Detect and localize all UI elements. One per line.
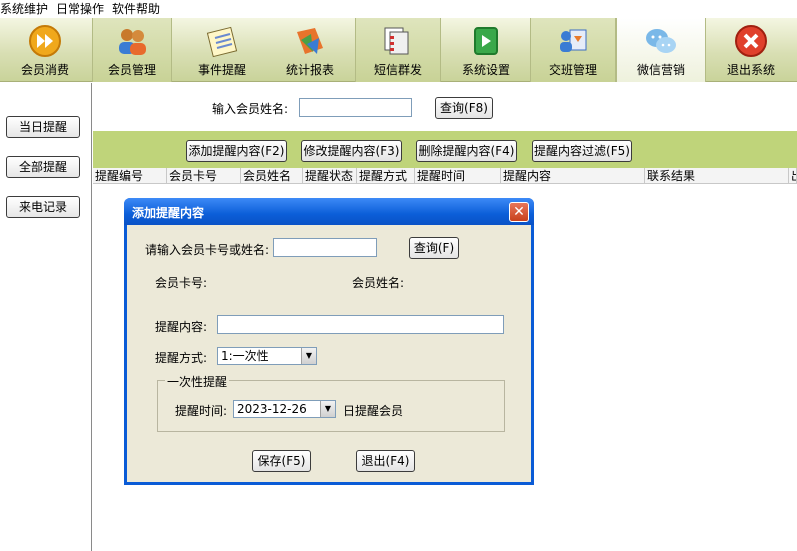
card-or-name-input[interactable] bbox=[273, 238, 377, 257]
toolbar-member-consume-button[interactable]: 会员消费 bbox=[5, 18, 85, 82]
toolbar-label: 系统设置 bbox=[461, 63, 510, 77]
handover-icon bbox=[560, 29, 587, 52]
chart-icon bbox=[297, 28, 323, 54]
toolbar-wechat-marketing-button[interactable]: 微信营销 bbox=[616, 18, 706, 82]
reminder-date-picker[interactable]: 2023-12-26 ▼ bbox=[233, 400, 336, 418]
close-icon[interactable]: ✕ bbox=[509, 202, 529, 222]
card-number-label: 会员卡号: bbox=[155, 276, 208, 290]
settings-icon bbox=[474, 27, 498, 55]
reminder-content-input[interactable] bbox=[217, 315, 504, 334]
dialog-title-bar[interactable]: 添加提醒内容 ✕ bbox=[124, 198, 534, 225]
toolbar-exit-system-button[interactable]: 退出系统 bbox=[710, 18, 792, 82]
toolbar-label: 事件提醒 bbox=[197, 63, 246, 77]
edit-reminder-button[interactable]: 修改提醒内容(F3) bbox=[301, 140, 402, 162]
sidebar-today-reminders-button[interactable]: 当日提醒 bbox=[6, 116, 80, 138]
column-header[interactable]: 提醒状态 bbox=[303, 168, 357, 184]
wechat-icon bbox=[646, 29, 676, 53]
toolbar-label: 短信群发 bbox=[373, 63, 422, 77]
menu-system-maintenance[interactable]: 系统维护 bbox=[0, 1, 48, 17]
add-reminder-dialog: 添加提醒内容 ✕ 请输入会员卡号或姓名: 查询(F) 会员卡号: 会员姓名: 提… bbox=[124, 198, 534, 485]
content-label: 提醒内容: bbox=[155, 320, 208, 334]
search-query-button[interactable]: 查询(F8) bbox=[435, 97, 493, 119]
toolbar-label: 微信营销 bbox=[636, 63, 685, 77]
sidebar-call-records-button[interactable]: 来电记录 bbox=[6, 196, 80, 218]
toolbar-sms-broadcast-button[interactable]: 短信群发 bbox=[355, 18, 441, 82]
sidebar-all-reminders-button[interactable]: 全部提醒 bbox=[6, 156, 80, 178]
column-header[interactable]: 提醒时间 bbox=[415, 168, 501, 184]
menu-software-help[interactable]: 软件帮助 bbox=[112, 1, 160, 17]
toolbar-event-reminder-button[interactable]: 事件提醒 bbox=[180, 18, 264, 82]
reminder-date-value: 2023-12-26 bbox=[237, 402, 307, 416]
toolbar-label: 会员管理 bbox=[107, 63, 156, 77]
reminder-time-label: 提醒时间: bbox=[175, 404, 228, 418]
toolbar-label: 退出系统 bbox=[726, 63, 775, 77]
column-header[interactable]: 会员姓名 bbox=[241, 168, 303, 184]
member-name-search-input[interactable] bbox=[299, 98, 412, 117]
save-button[interactable]: 保存(F5) bbox=[252, 450, 311, 472]
dialog-body: 请输入会员卡号或姓名: 查询(F) 会员卡号: 会员姓名: 提醒内容: 提醒方式… bbox=[127, 225, 531, 482]
column-header[interactable]: 提醒编号 bbox=[93, 168, 167, 184]
toolbar-shift-management-button[interactable]: 交班管理 bbox=[530, 18, 616, 82]
column-header[interactable]: 提醒内容 bbox=[501, 168, 645, 184]
method-label: 提醒方式: bbox=[155, 351, 208, 365]
toolbar-label: 会员消费 bbox=[20, 63, 69, 77]
column-header[interactable]: 提醒方式 bbox=[357, 168, 415, 184]
chevron-down-icon: ▼ bbox=[320, 401, 335, 417]
exit-icon bbox=[735, 25, 767, 57]
column-header[interactable]: 会员卡号 bbox=[167, 168, 241, 184]
toolbar-label: 交班管理 bbox=[548, 63, 597, 77]
reminder-method-select[interactable]: 1:一次性 ▼ bbox=[217, 347, 317, 365]
menu-daily-operations[interactable]: 日常操作 bbox=[56, 1, 104, 17]
toolbar-statistics-report-button[interactable]: 统计报表 bbox=[268, 18, 352, 82]
column-header[interactable]: 出 bbox=[789, 168, 797, 184]
toolbar-system-settings-button[interactable]: 系统设置 bbox=[443, 18, 529, 82]
reminder-method-value: 1:一次性 bbox=[221, 349, 269, 363]
notepad-icon bbox=[206, 26, 238, 58]
chevron-down-icon: ▼ bbox=[301, 348, 316, 364]
filter-reminder-button[interactable]: 提醒内容过滤(F5) bbox=[532, 140, 632, 162]
main-toolbar: 会员消费 会员管理 事件提醒 统计报表 短信群发 系统设置 交班管理 微信营销 … bbox=[0, 18, 797, 82]
search-label: 输入会员姓名: bbox=[212, 102, 289, 116]
reminder-time-suffix: 日提醒会员 bbox=[343, 404, 404, 418]
dialog-title: 添加提醒内容 bbox=[132, 206, 205, 220]
exit-button[interactable]: 退出(F4) bbox=[356, 450, 415, 472]
left-sidebar: 当日提醒 全部提醒 来电记录 bbox=[0, 83, 92, 551]
fast-forward-icon bbox=[29, 25, 61, 57]
one-time-reminder-group-title: 一次性提醒 bbox=[165, 373, 230, 390]
action-bar: 添加提醒内容(F2) 修改提醒内容(F3) 删除提醒内容(F4) 提醒内容过滤(… bbox=[93, 131, 797, 168]
column-header[interactable]: 联系结果 bbox=[645, 168, 789, 184]
members-icon bbox=[119, 29, 146, 55]
documents-icon bbox=[384, 27, 409, 55]
search-area: 输入会员姓名: 查询(F8) bbox=[93, 83, 797, 131]
menu-bar: 系统维护 日常操作 软件帮助 bbox=[0, 0, 797, 18]
add-reminder-button[interactable]: 添加提醒内容(F2) bbox=[186, 140, 287, 162]
toolbar-member-management-button[interactable]: 会员管理 bbox=[92, 18, 172, 82]
toolbar-label: 统计报表 bbox=[285, 63, 334, 77]
card-or-name-label: 请输入会员卡号或姓名: bbox=[145, 243, 270, 257]
member-name-label: 会员姓名: bbox=[352, 276, 405, 290]
delete-reminder-button[interactable]: 删除提醒内容(F4) bbox=[416, 140, 517, 162]
dialog-query-button[interactable]: 查询(F) bbox=[409, 237, 459, 259]
reminder-table-header: 提醒编号 会员卡号 会员姓名 提醒状态 提醒方式 提醒时间 提醒内容 联系结果 … bbox=[93, 168, 797, 184]
